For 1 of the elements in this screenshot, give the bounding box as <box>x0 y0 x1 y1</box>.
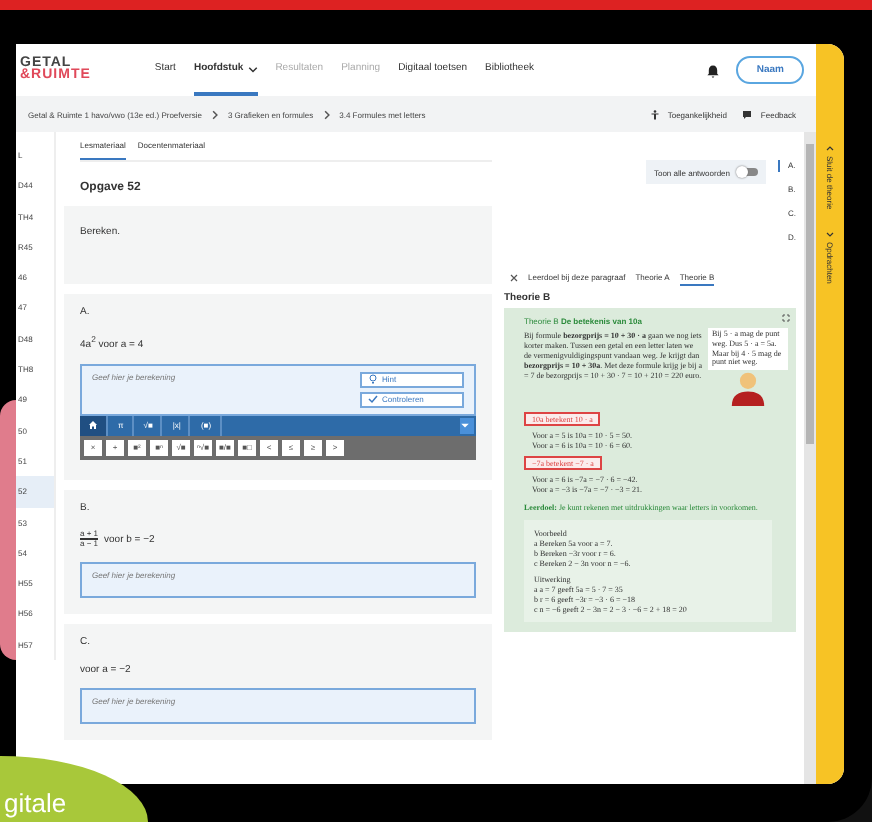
promo-text: gitale <box>4 790 67 818</box>
